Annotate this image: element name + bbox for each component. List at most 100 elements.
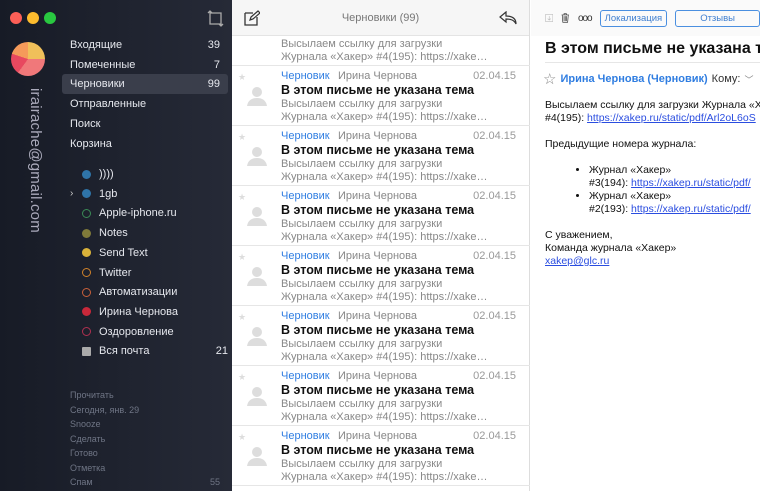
body-text: Высылаем ссылку для загрузки Журнала «Ха…	[545, 99, 760, 111]
sender: Ирина Чернова	[338, 250, 418, 262]
preview-line: Высылаем ссылку для загрузки	[281, 278, 443, 290]
smart-folder[interactable]: Snooze	[70, 419, 220, 430]
star-icon[interactable]: ★	[238, 312, 246, 323]
sidebar-tag[interactable]: Notes	[82, 223, 228, 243]
smart-folder[interactable]: Прочитать	[70, 390, 220, 401]
smart-folder[interactable]: Готово	[70, 448, 220, 459]
chevron-down-icon[interactable]: ﹀	[744, 73, 753, 86]
sidebar: irairache@gmail.com Входящие 39 Помеченные…	[0, 0, 232, 491]
sidebar-tag[interactable]: Автоматизации	[82, 282, 228, 302]
compose-icon[interactable]	[244, 10, 260, 26]
email-link[interactable]: xakep@glc.ru	[545, 255, 609, 267]
avatar-placeholder-icon	[246, 325, 268, 347]
tag-label: Автоматизации	[99, 286, 178, 299]
issue-title: Журнал «Хакер»	[589, 190, 672, 202]
smart-folder[interactable]: Сегодня, янв. 29	[70, 405, 220, 416]
sender-name[interactable]: Ирина Чернова (Черновик)	[560, 73, 707, 85]
sender: Ирина Чернова	[338, 190, 418, 202]
sidebar-tag[interactable]: › 1gb	[70, 184, 228, 204]
avatar-placeholder-icon	[246, 445, 268, 467]
issue-number: #3(194):	[589, 177, 632, 189]
message-row[interactable]: ★ Черновик Ирина Чернова 02.04.15 В этом пис…	[232, 186, 530, 246]
pdf-link[interactable]: https://xakep.ru/static/pdf/Arl2oL6oS	[587, 112, 756, 124]
draft-label: Черновик	[281, 370, 330, 382]
issue-item: Журнал «Хакер»#3(194): https://xakep.ru/…	[589, 164, 760, 190]
sender: Ирина Чернова	[338, 430, 418, 442]
preview-line: Журнала «Хакер» #4(195): https://xake…	[281, 291, 488, 303]
star-icon[interactable]: ★	[238, 432, 246, 443]
pdf-link[interactable]: https://xakep.ru/static/pdf/	[631, 203, 751, 215]
smart-folder-label: Сделать	[70, 433, 106, 444]
draft-label: Черновик	[281, 250, 330, 262]
star-icon[interactable]: ★	[238, 252, 246, 263]
sidebar-tag[interactable]: Twitter	[82, 263, 228, 283]
sidebar-tag[interactable]: Оздоровление	[82, 322, 228, 342]
folder-label: Отправленные	[70, 98, 147, 111]
subject: В этом письме не указана тема	[281, 383, 475, 397]
message-row[interactable]: ★ Черновик Ирина Чернова 02.04.15 В этом пис…	[232, 366, 530, 426]
sidebar-folder[interactable]: Корзина	[62, 134, 228, 154]
sidebar-folder[interactable]: Черновики 99	[62, 74, 228, 95]
star-icon[interactable]: ★	[238, 132, 246, 143]
draft-label: Черновик	[281, 130, 330, 142]
message-row[interactable]: ★ Черновик Ирина Чернова 02.04.15 В этом пис…	[232, 66, 530, 126]
sidebar-folder[interactable]: Отправленные	[62, 94, 228, 114]
smart-folder-label: Спам	[70, 477, 93, 487]
tag-button-localization[interactable]: Локализация	[599, 9, 668, 27]
folder-label: Входящие	[70, 39, 123, 51]
sidebar-folder[interactable]: Помеченные 7	[62, 55, 228, 75]
sender: Ирина Чернова	[338, 370, 418, 382]
preview-line: Высылаем ссылку для загрузки	[281, 398, 443, 410]
more-icon[interactable]: ooo	[578, 13, 593, 24]
account-avatar[interactable]	[11, 42, 45, 76]
message-header: ☆ Ирина Чернова (Черновик) Кому: ﹀	[543, 70, 753, 88]
message-row[interactable]: ★ Черновик Ирина Чернова 02.04.15 В этом пис…	[232, 246, 530, 306]
star-icon[interactable]: ★	[238, 372, 246, 383]
tag-color-dot-icon	[82, 189, 91, 199]
tag-color-dot-icon	[82, 248, 91, 258]
sidebar-tag[interactable]: Apple-iphone.ru	[82, 203, 228, 223]
folder-label: Корзина	[70, 137, 112, 150]
body-text: #4(195):	[545, 112, 588, 124]
star-icon[interactable]: ☆	[543, 70, 556, 88]
sidebar-tag[interactable]: Send Text	[82, 243, 228, 263]
tag-button-reviews[interactable]: Отзывы	[675, 9, 760, 27]
smart-folder-count: 55	[209, 477, 220, 487]
tag-color-dot-icon	[82, 228, 91, 238]
zoom-window-button[interactable]	[44, 12, 56, 24]
preview-line: Высылаем ссылку для загрузки	[281, 98, 443, 110]
archive-icon[interactable]	[545, 11, 554, 25]
close-window-button[interactable]	[10, 12, 22, 24]
tag-label: Apple-iphone.ru	[99, 207, 177, 220]
preview-line: Высылаем ссылку для загрузки	[281, 218, 443, 230]
sidebar-tag[interactable]: ))))	[82, 164, 228, 184]
sidebar-tag[interactable]: Вся почта 21	[82, 341, 228, 361]
sync-icon[interactable]	[207, 10, 224, 27]
sidebar-tag[interactable]: Ирина Чернова	[82, 302, 228, 322]
star-icon[interactable]: ★	[238, 192, 246, 203]
reply-all-icon[interactable]	[499, 11, 517, 25]
smart-folder[interactable]: Спам 55	[70, 477, 220, 488]
preview-line: Высылаем ссылку для загрузки	[281, 38, 443, 50]
message-row[interactable]: ★ Черновик Ирина Чернова 02.04.15 В этом пис…	[232, 426, 530, 486]
preview-line: Журнала «Хакер» #4(195): https://xake…	[281, 351, 488, 363]
minimize-window-button[interactable]	[27, 12, 39, 24]
trash-icon[interactable]	[561, 10, 570, 26]
sidebar-folder[interactable]: Поиск	[62, 114, 228, 134]
sidebar-folder[interactable]: Входящие 39	[62, 35, 228, 55]
folder-label: Поиск	[70, 117, 101, 130]
smart-folder[interactable]: Сделать	[70, 434, 220, 445]
message-row[interactable]: ★ Черновик Ирина Чернова 02.04.15 В этом пис…	[232, 126, 530, 186]
smart-folder[interactable]: Отметка	[70, 463, 220, 474]
pdf-link[interactable]: https://xakep.ru/static/pdf/	[631, 177, 751, 189]
avatar-placeholder-icon	[246, 85, 268, 107]
folder-label: Черновики	[70, 78, 125, 91]
message-row[interactable]: ★ Черновик Ирина Чернова 02.04.15 В этом пис…	[232, 306, 530, 366]
message-body: Высылаем ссылку для загрузки Журнала «Ха…	[545, 99, 760, 268]
avatar-placeholder-icon	[246, 205, 268, 227]
preview-line: Журнала «Хакер» #4(195): https://xake…	[281, 111, 488, 123]
tag-label: ))))	[99, 168, 114, 180]
star-icon[interactable]: ★	[238, 72, 246, 83]
chevron-right-icon[interactable]: ›	[70, 184, 73, 204]
sender: Ирина Чернова	[338, 70, 418, 82]
